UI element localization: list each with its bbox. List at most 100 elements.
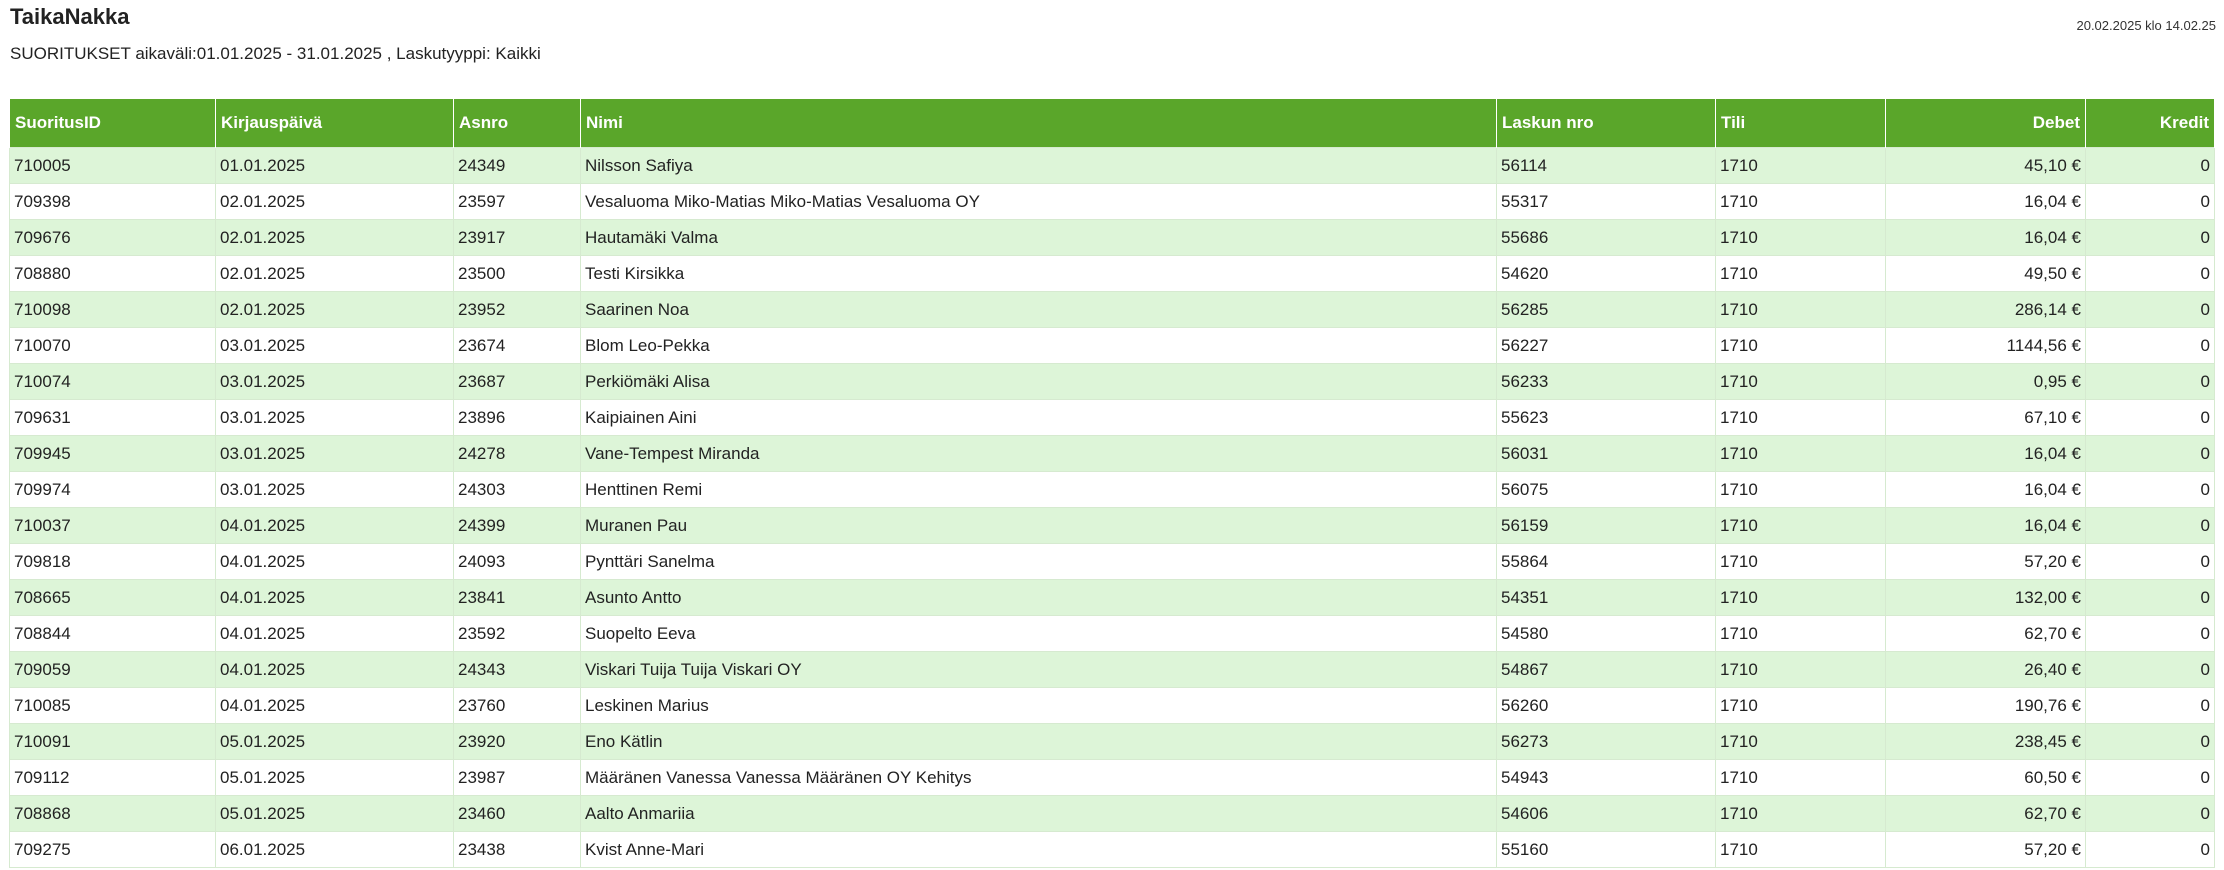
cell-debet: 57,20 € bbox=[1885, 543, 2086, 580]
column-header-nimi[interactable]: Nimi bbox=[580, 99, 1497, 148]
cell-kredit: 0 bbox=[2085, 255, 2215, 292]
cell-asnro: 23917 bbox=[453, 219, 581, 256]
cell-laskun-nro: 55623 bbox=[1496, 399, 1716, 436]
cell-suoritusid: 710085 bbox=[9, 687, 216, 724]
cell-kirjauspaiva: 04.01.2025 bbox=[215, 579, 454, 616]
cell-kirjauspaiva: 04.01.2025 bbox=[215, 615, 454, 652]
cell-debet: 49,50 € bbox=[1885, 255, 2086, 292]
cell-debet: 45,10 € bbox=[1885, 147, 2086, 184]
cell-tili: 1710 bbox=[1715, 291, 1886, 328]
cell-nimi: Suopelto Eeva bbox=[580, 615, 1497, 652]
table-row[interactable]: 709275 06.01.2025 23438 Kvist Anne-Mari 5516… bbox=[9, 831, 2215, 868]
cell-kredit: 0 bbox=[2085, 615, 2215, 652]
table-row[interactable]: 710070 03.01.2025 23674 Blom Leo-Pekka 56227… bbox=[9, 327, 2215, 364]
cell-tili: 1710 bbox=[1715, 471, 1886, 508]
cell-laskun-nro: 54351 bbox=[1496, 579, 1716, 616]
cell-laskun-nro: 55160 bbox=[1496, 831, 1716, 868]
cell-asnro: 23597 bbox=[453, 183, 581, 220]
cell-nimi: Aalto Anmariia bbox=[580, 795, 1497, 832]
table-row[interactable]: 709818 04.01.2025 24093 Pynttäri Sanelma 558… bbox=[9, 543, 2215, 580]
cell-asnro: 24399 bbox=[453, 507, 581, 544]
cell-nimi: Nilsson Safiya bbox=[580, 147, 1497, 184]
cell-kredit: 0 bbox=[2085, 327, 2215, 364]
cell-laskun-nro: 55686 bbox=[1496, 219, 1716, 256]
column-header-suoritusid[interactable]: SuoritusID bbox=[9, 99, 216, 148]
cell-laskun-nro: 56273 bbox=[1496, 723, 1716, 760]
cell-suoritusid: 708665 bbox=[9, 579, 216, 616]
cell-asnro: 23952 bbox=[453, 291, 581, 328]
column-header-debet[interactable]: Debet bbox=[1885, 99, 2086, 148]
table-row[interactable]: 708868 05.01.2025 23460 Aalto Anmariia 54606… bbox=[9, 795, 2215, 832]
table-row[interactable]: 709945 03.01.2025 24278 Vane-Tempest Mirand… bbox=[9, 435, 2215, 472]
table-row[interactable]: 710085 04.01.2025 23760 Leskinen Marius 5626… bbox=[9, 687, 2215, 724]
column-header-tili[interactable]: Tili bbox=[1715, 99, 1886, 148]
cell-suoritusid: 710070 bbox=[9, 327, 216, 364]
table-row[interactable]: 710091 05.01.2025 23920 Eno Kätlin 56273 1710… bbox=[9, 723, 2215, 760]
cell-laskun-nro: 54943 bbox=[1496, 759, 1716, 796]
column-header-laskun-nro[interactable]: Laskun nro bbox=[1496, 99, 1716, 148]
column-header-kredit[interactable]: Kredit bbox=[2085, 99, 2215, 148]
cell-suoritusid: 708880 bbox=[9, 255, 216, 292]
cell-asnro: 24303 bbox=[453, 471, 581, 508]
cell-debet: 1144,56 € bbox=[1885, 327, 2086, 364]
column-header-asnro[interactable]: Asnro bbox=[453, 99, 581, 148]
cell-nimi: Vesaluoma Miko-Matias Miko-Matias Vesalu… bbox=[580, 183, 1497, 220]
table-row[interactable]: 710074 03.01.2025 23687 Perkiömäki Alisa 562… bbox=[9, 363, 2215, 400]
cell-nimi: Eno Kätlin bbox=[580, 723, 1497, 760]
cell-nimi: Blom Leo-Pekka bbox=[580, 327, 1497, 364]
cell-suoritusid: 709676 bbox=[9, 219, 216, 256]
cell-kredit: 0 bbox=[2085, 723, 2215, 760]
cell-laskun-nro: 54867 bbox=[1496, 651, 1716, 688]
cell-asnro: 24278 bbox=[453, 435, 581, 472]
cell-asnro: 23760 bbox=[453, 687, 581, 724]
cell-asnro: 23987 bbox=[453, 759, 581, 796]
cell-tili: 1710 bbox=[1715, 255, 1886, 292]
table-row[interactable]: 709631 03.01.2025 23896 Kaipiainen Aini 5562… bbox=[9, 399, 2215, 436]
cell-kirjauspaiva: 04.01.2025 bbox=[215, 651, 454, 688]
table-row[interactable]: 709112 05.01.2025 23987 Määränen Vanessa Va… bbox=[9, 759, 2215, 796]
table-row[interactable]: 708880 02.01.2025 23500 Testi Kirsikka 54620… bbox=[9, 255, 2215, 292]
table-row[interactable]: 708665 04.01.2025 23841 Asunto Antto 54351 17… bbox=[9, 579, 2215, 616]
cell-debet: 16,04 € bbox=[1885, 435, 2086, 472]
cell-suoritusid: 709631 bbox=[9, 399, 216, 436]
cell-suoritusid: 709398 bbox=[9, 183, 216, 220]
cell-tili: 1710 bbox=[1715, 147, 1886, 184]
table-row[interactable]: 709398 02.01.2025 23597 Vesaluoma Miko-Mati… bbox=[9, 183, 2215, 220]
cell-tili: 1710 bbox=[1715, 327, 1886, 364]
cell-laskun-nro: 56031 bbox=[1496, 435, 1716, 472]
table-row[interactable]: 710005 01.01.2025 24349 Nilsson Safiya 56114… bbox=[9, 147, 2215, 184]
cell-tili: 1710 bbox=[1715, 363, 1886, 400]
cell-debet: 57,20 € bbox=[1885, 831, 2086, 868]
cell-tili: 1710 bbox=[1715, 831, 1886, 868]
column-header-kirjauspaiva[interactable]: Kirjauspäivä bbox=[215, 99, 454, 148]
table-row[interactable]: 708844 04.01.2025 23592 Suopelto Eeva 54580 1… bbox=[9, 615, 2215, 652]
cell-nimi: Hautamäki Valma bbox=[580, 219, 1497, 256]
cell-kredit: 0 bbox=[2085, 291, 2215, 328]
cell-laskun-nro: 55864 bbox=[1496, 543, 1716, 580]
cell-asnro: 23460 bbox=[453, 795, 581, 832]
report-title: TaikaNakka bbox=[10, 4, 130, 29]
cell-debet: 16,04 € bbox=[1885, 507, 2086, 544]
cell-tili: 1710 bbox=[1715, 399, 1886, 436]
table-row[interactable]: 709974 03.01.2025 24303 Henttinen Remi 56075… bbox=[9, 471, 2215, 508]
cell-kredit: 0 bbox=[2085, 435, 2215, 472]
cell-debet: 60,50 € bbox=[1885, 759, 2086, 796]
payments-table-container: SuoritusID Kirjauspäivä Asnro Nimi Lasku… bbox=[9, 99, 2215, 868]
cell-asnro: 23592 bbox=[453, 615, 581, 652]
table-row[interactable]: 709676 02.01.2025 23917 Hautamäki Valma 5568… bbox=[9, 219, 2215, 256]
table-header-row: SuoritusID Kirjauspäivä Asnro Nimi Lasku… bbox=[9, 99, 2215, 148]
cell-kirjauspaiva: 04.01.2025 bbox=[215, 507, 454, 544]
cell-debet: 26,40 € bbox=[1885, 651, 2086, 688]
table-row[interactable]: 710037 04.01.2025 24399 Muranen Pau 56159 171… bbox=[9, 507, 2215, 544]
cell-asnro: 24343 bbox=[453, 651, 581, 688]
cell-laskun-nro: 56285 bbox=[1496, 291, 1716, 328]
cell-nimi: Testi Kirsikka bbox=[580, 255, 1497, 292]
cell-asnro: 24093 bbox=[453, 543, 581, 580]
cell-tili: 1710 bbox=[1715, 687, 1886, 724]
cell-kirjauspaiva: 01.01.2025 bbox=[215, 147, 454, 184]
payments-table: SuoritusID Kirjauspäivä Asnro Nimi Lasku… bbox=[9, 99, 2215, 868]
table-row[interactable]: 710098 02.01.2025 23952 Saarinen Noa 56285 17… bbox=[9, 291, 2215, 328]
report-subtitle: SUORITUKSET aikaväli:01.01.2025 - 31.01.… bbox=[10, 44, 541, 63]
cell-kirjauspaiva: 05.01.2025 bbox=[215, 759, 454, 796]
table-row[interactable]: 709059 04.01.2025 24343 Viskari Tuija Tuija… bbox=[9, 651, 2215, 688]
